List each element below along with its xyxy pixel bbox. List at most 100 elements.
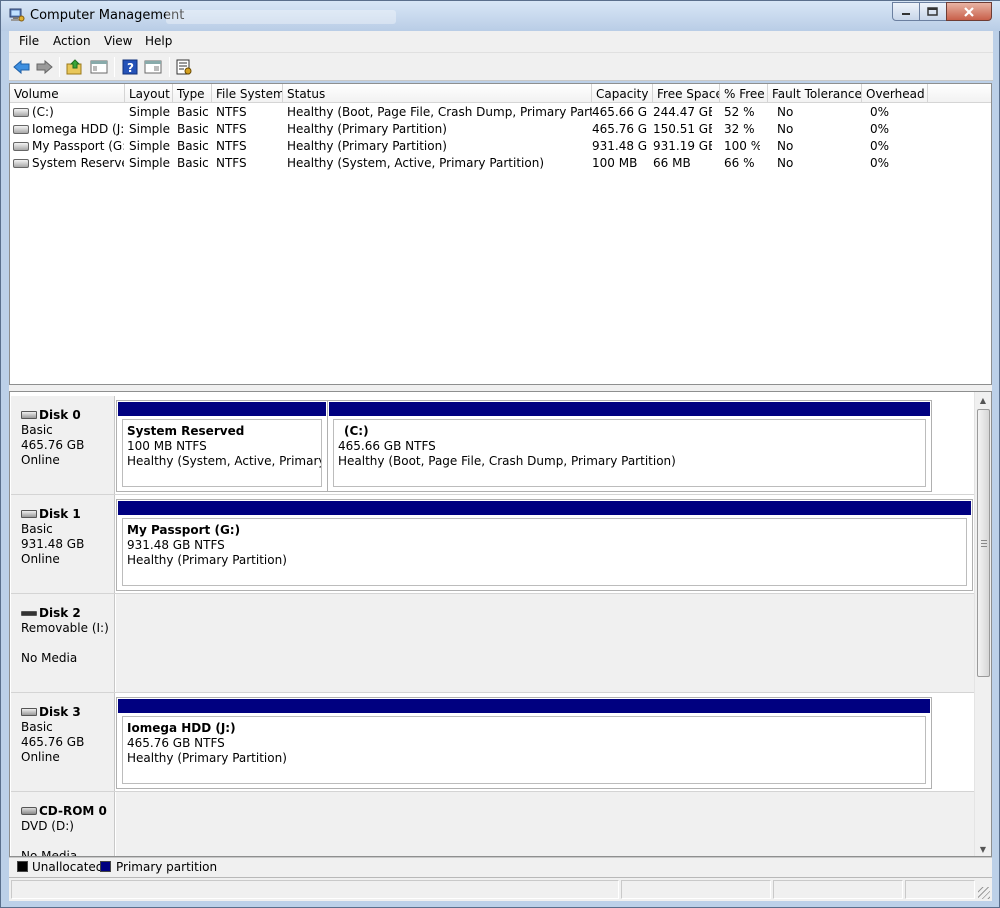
volume-row[interactable]: System Reserved Simple Basic NTFS Healthy (S… [10,155,991,172]
disk-size: 465.76 GB [21,438,85,452]
cell-volume: My Passport (G:) [32,139,124,153]
settings-icon [176,59,192,75]
disk-size: 465.76 GB [21,735,85,749]
settings-button[interactable] [174,57,194,77]
title-bar[interactable]: Computer Management [1,1,1000,31]
up-folder-button[interactable] [65,57,85,77]
cell-overhead: 0% [870,122,890,136]
partition-title: (C:) [344,424,369,438]
status-bar [9,877,992,901]
disk-label-3[interactable]: Disk 3 Basic 465.76 GB Online [11,693,115,791]
show-hide-tree-button[interactable] [89,57,109,77]
column-header-status[interactable]: Status [283,84,592,103]
column-header-type[interactable]: Type [173,84,212,103]
menu-bar: File Action View Help [9,31,993,53]
disk-name: CD-ROM 0 [39,804,107,818]
minimize-button[interactable] [892,2,920,21]
disk-row-cdrom-0: CD-ROM 0 DVD (D:) No Media [11,792,976,857]
primary-partition-bar [118,501,971,515]
toolbar-separator [169,57,170,77]
volume-list-header: Volume Layout Type File System Status Ca… [10,84,991,103]
forward-icon [36,59,53,75]
volume-row[interactable]: My Passport (G:) Simple Basic NTFS Healthy (… [10,138,991,155]
primary-partition-swatch [100,861,111,872]
disk-name: Disk 0 [39,408,81,422]
properties-icon [144,60,162,74]
window-title: Computer Management [30,8,185,23]
resize-grip-icon[interactable] [978,887,990,899]
volume-row[interactable]: Iomega HDD (J:) Simple Basic NTFS Healthy (P… [10,121,991,138]
cell-fs: NTFS [216,122,247,136]
grip-icon [980,539,987,547]
cell-type: Basic [177,139,209,153]
forward-button[interactable] [34,57,54,77]
disk-row-0: Disk 0 Basic 465.76 GB Online System Res… [11,396,976,495]
partition-size: 465.66 GB NTFS [338,439,436,453]
menu-action[interactable]: Action [53,34,91,48]
column-header-percent-free[interactable]: % Free [720,84,768,103]
menu-help[interactable]: Help [145,34,172,48]
column-header-fault-tolerance[interactable]: Fault Tolerance [768,84,862,103]
cell-layout: Simple [129,122,170,136]
column-header-capacity[interactable]: Capacity [592,84,653,103]
help-button[interactable]: ? [120,57,140,77]
disk-state: Online [21,552,60,566]
back-icon [13,59,30,75]
drive-icon [13,142,29,151]
scrollbar-thumb[interactable] [977,409,990,677]
close-button[interactable] [946,2,992,21]
cell-volume: System Reserved [32,156,124,170]
toolbar-separator [114,57,115,77]
disk-3-partitions: Iomega HDD (J:) 465.76 GB NTFS Healthy (… [116,697,932,789]
disk-type: Removable (I:) [21,621,109,635]
hard-disk-icon [21,411,37,419]
disk-type: Basic [21,522,53,536]
cell-volume: Iomega HDD (J:) [32,122,124,136]
menu-view[interactable]: View [104,34,132,48]
disk-graphical-view: Disk 0 Basic 465.76 GB Online System Res… [9,391,992,857]
partition-iomega-hdd[interactable]: Iomega HDD (J:) 465.76 GB NTFS Healthy (… [116,697,932,789]
computer-management-icon [9,7,25,23]
column-header-layout[interactable]: Layout [125,84,173,103]
partition-status: Healthy (System, Active, Primary Part [127,454,322,468]
cell-fs: NTFS [216,156,247,170]
cell-free: 931.19 GB [653,139,712,153]
partition-size: 931.48 GB NTFS [127,538,225,552]
back-button[interactable] [12,57,32,77]
primary-partition-bar [118,699,930,713]
removable-disk-icon [21,611,37,616]
cell-status: Healthy (Boot, Page File, Crash Dump, Pr… [287,105,592,119]
help-icon: ? [122,59,138,75]
title-bar-reflection [166,10,396,24]
cell-status: Healthy (Primary Partition) [287,139,447,153]
column-header-overhead[interactable]: Overhead [862,84,928,103]
partition-my-passport[interactable]: My Passport (G:) 931.48 GB NTFS Healthy … [116,499,973,591]
column-header-free-space[interactable]: Free Space [653,84,720,103]
scroll-down-arrow-icon[interactable]: ▼ [975,841,991,856]
disk-label-2[interactable]: Disk 2 Removable (I:) No Media [11,594,115,692]
disk-size: 931.48 GB [21,537,85,551]
disk-label-0[interactable]: Disk 0 Basic 465.76 GB Online [11,396,115,494]
partition-system-reserved[interactable]: System Reserved 100 MB NTFS Healthy (Sys… [116,400,328,492]
maximize-button[interactable] [919,2,947,21]
partition-title: System Reserved [127,424,245,438]
partition-title: My Passport (G:) [127,523,241,537]
cell-free: 66 MB [653,156,691,170]
dvd-drive-icon [21,807,37,815]
disk-label-1[interactable]: Disk 1 Basic 931.48 GB Online [11,495,115,593]
drive-icon [13,159,29,168]
disk-state: No Media [21,849,78,857]
disk-name: Disk 1 [39,507,81,521]
disk-label-cdrom-0[interactable]: CD-ROM 0 DVD (D:) No Media [11,792,115,857]
partition-size: 100 MB NTFS [127,439,207,453]
partition-c[interactable]: (C:) 465.66 GB NTFS Healthy (Boot, Page … [327,400,932,492]
toolbar: ? [9,53,993,81]
disk-2-empty-area [116,594,976,692]
column-header-volume[interactable]: Volume [10,84,125,103]
scroll-up-arrow-icon[interactable]: ▲ [975,392,991,409]
volume-row[interactable]: (C:) Simple Basic NTFS Healthy (Boot, Page F… [10,104,991,121]
vertical-scrollbar[interactable]: ▲ ▼ [974,392,991,856]
column-header-file-system[interactable]: File System [212,84,283,103]
properties-button[interactable] [143,57,163,77]
menu-file[interactable]: File [19,34,39,48]
